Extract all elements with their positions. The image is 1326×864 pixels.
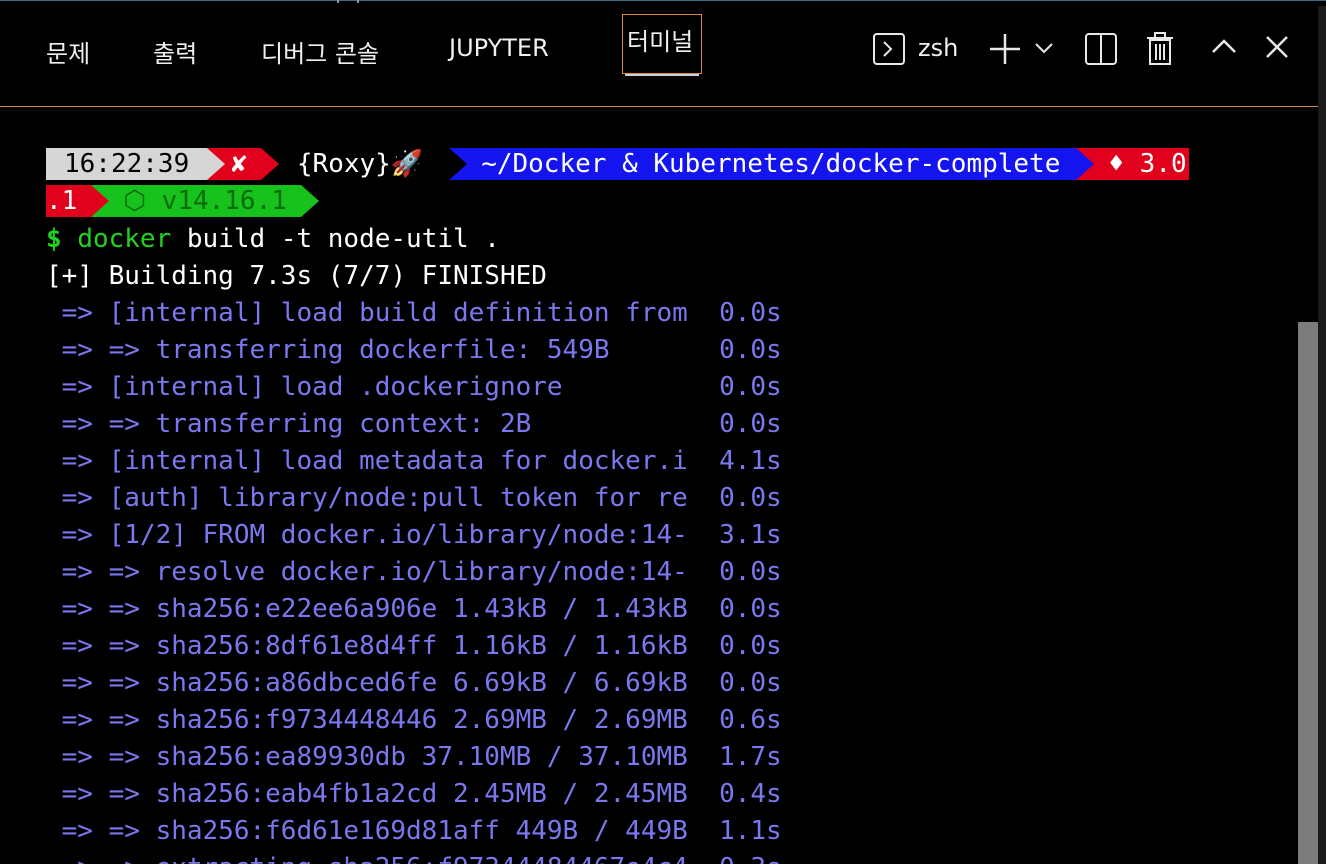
- build-step-line: => => resolve docker.io/library/node:14-…: [46, 557, 782, 587]
- prompt-git-cont: .1: [46, 185, 92, 217]
- trash-icon[interactable]: [1145, 32, 1175, 66]
- prompt-time: 16:22:39: [46, 148, 208, 180]
- segment-separator: [260, 148, 279, 180]
- build-step-line: => => sha256:ea89930db 37.10MB / 37.10MB…: [46, 742, 782, 772]
- chevron-up-icon[interactable]: [1210, 36, 1238, 56]
- build-step-line: => => sha256:f9734448446 2.69MB / 2.69MB…: [46, 705, 782, 735]
- active-tab-underline: [625, 74, 699, 76]
- segment-separator: [449, 148, 468, 180]
- build-step-line: => => sha256:e22ee6a906e 1.43kB / 1.43kB…: [46, 594, 782, 624]
- prompt-node-version: ⬡ v14.16.1: [109, 185, 301, 217]
- prompt-line-2: .1 ⬡ v14.16.1: [46, 183, 319, 220]
- build-header: [+] Building 7.3s (7/7) FINISHED: [46, 261, 547, 291]
- segment-separator: [300, 185, 319, 217]
- build-step-line: => => sha256:f6d61e169d81aff 449B / 449B…: [46, 816, 782, 846]
- prompt-line-1: 16:22:39 ✘ {Roxy}🚀 ~/Docker & Kubernetes/do…: [46, 146, 1189, 183]
- terminal-scrollbar[interactable]: [1298, 322, 1318, 864]
- tab-terminal-label: 터미널: [627, 28, 694, 56]
- shell-name[interactable]: zsh: [918, 34, 958, 62]
- prompt-dollar: $: [46, 224, 62, 254]
- prompt-status: ✘: [225, 148, 261, 180]
- build-step-line: => [internal] load .dockerignore 0.0s: [46, 372, 782, 402]
- segment-separator: [91, 185, 110, 217]
- panel-header: 문제 출력 디버그 콘솔 JUPYTER 터미널 zsh: [0, 6, 1318, 107]
- segment-separator: [207, 148, 226, 180]
- build-step-line: => => sha256:eab4fb1a2cd 2.45MB / 2.45MB…: [46, 779, 782, 809]
- tab-terminal[interactable]: 터미널: [622, 14, 702, 76]
- terminal-output[interactable]: 16:22:39 ✘ {Roxy}🚀 ~/Docker & Kubernetes/do…: [46, 146, 1296, 864]
- tab-problems[interactable]: 문제: [46, 34, 90, 69]
- tab-jupyter[interactable]: JUPYTER: [449, 34, 549, 62]
- close-icon[interactable]: [1264, 34, 1290, 60]
- command-line: $ docker build -t node-util .: [46, 221, 500, 258]
- build-step-line: => => extracting sha256:f97344484467e4c4…: [46, 850, 782, 864]
- window-right-edge: [1318, 6, 1326, 864]
- build-step-line: => [internal] load metadata for docker.i…: [46, 446, 782, 476]
- prompt-user: {Roxy}🚀: [296, 149, 424, 179]
- build-step-line: => [auth] library/node:pull token for re…: [46, 483, 782, 513]
- plus-icon[interactable]: [988, 32, 1022, 66]
- build-step-line: => [internal] load build definition from…: [46, 298, 782, 328]
- chevron-down-icon[interactable]: [1034, 40, 1054, 56]
- segment-separator: [1076, 148, 1095, 180]
- build-step-line: => => sha256:8df61e8d4ff 1.16kB / 1.16kB…: [46, 631, 782, 661]
- build-step-line: => [1/2] FROM docker.io/library/node:14-…: [46, 520, 782, 550]
- resize-handle[interactable]: [337, 0, 359, 3]
- terminal-icon[interactable]: [872, 32, 906, 66]
- tab-output[interactable]: 출력: [153, 34, 197, 69]
- prompt-git: ♦ 3.0: [1094, 148, 1189, 180]
- command-name: docker: [77, 224, 172, 254]
- split-icon[interactable]: [1084, 32, 1118, 66]
- prompt-path: ~/Docker & Kubernetes/docker-complete: [467, 148, 1077, 180]
- build-step-line: => => transferring dockerfile: 549B 0.0s: [46, 335, 782, 365]
- tab-debug-console[interactable]: 디버그 콘솔: [261, 34, 379, 69]
- build-step-line: => => sha256:a86dbced6fe 6.69kB / 6.69kB…: [46, 668, 782, 698]
- build-step-line: => => transferring context: 2B 0.0s: [46, 409, 782, 439]
- command-args: build -t node-util .: [171, 224, 500, 254]
